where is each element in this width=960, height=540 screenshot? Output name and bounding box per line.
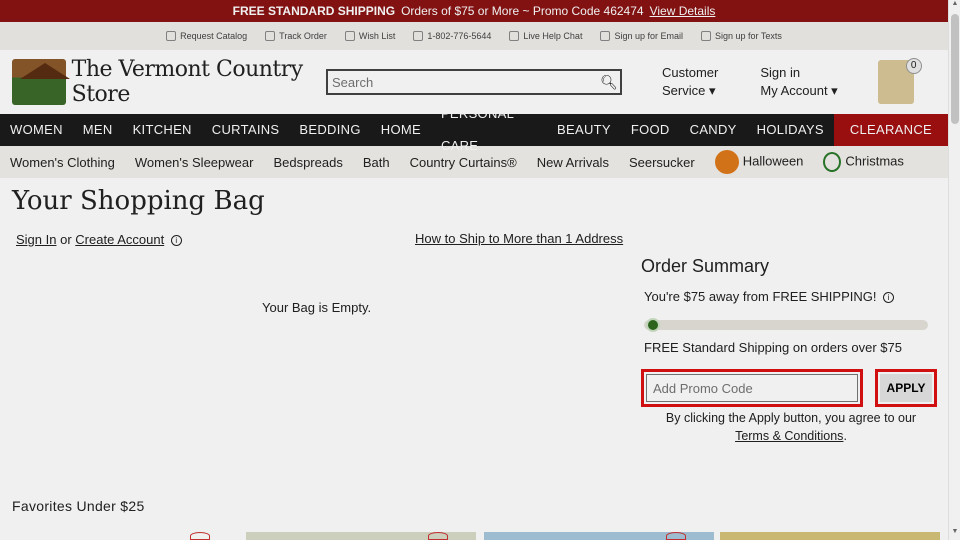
track-order-link[interactable]: Track Order	[265, 31, 327, 41]
request-catalog-link[interactable]: Request Catalog	[166, 31, 247, 41]
subnav-halloween[interactable]: Halloween	[714, 150, 803, 174]
scroll-down-icon[interactable]: ▼	[949, 528, 960, 540]
store-building-icon	[12, 59, 70, 105]
vertical-scrollbar[interactable]: ▲ ▼	[948, 0, 960, 540]
email-icon	[600, 31, 611, 41]
or-text: or	[60, 232, 72, 247]
candy-cane-icon	[823, 152, 842, 172]
heart-icon	[344, 31, 355, 41]
nav-women[interactable]: WOMEN	[0, 114, 73, 146]
heart-icon[interactable]	[190, 532, 210, 540]
page: FREE STANDARD SHIPPING Orders of $75 or …	[0, 0, 948, 540]
subnav-christmas[interactable]: Christmas	[823, 152, 904, 172]
scroll-up-icon[interactable]: ▲	[949, 0, 960, 12]
page-title: Your Shopping Bag	[12, 186, 265, 216]
heart-icon[interactable]	[428, 532, 448, 540]
main-nav: WOMEN MEN KITCHEN CURTAINS BEDDING HOME …	[0, 106, 948, 153]
sign-in-link[interactable]: Sign In	[16, 232, 56, 247]
subnav-womens-clothing[interactable]: Women's Clothing	[10, 155, 115, 170]
truck-icon	[265, 31, 276, 41]
promo-title: FREE STANDARD SHIPPING	[232, 4, 396, 18]
scrollbar-thumb[interactable]	[951, 14, 959, 124]
empty-bag-message: Your Bag is Empty.	[262, 300, 372, 315]
nav-curtains[interactable]: CURTAINS	[202, 114, 290, 146]
chat-icon	[509, 31, 520, 41]
nav-clearance[interactable]: CLEARANCE	[833, 114, 948, 146]
progress-indicator	[646, 318, 660, 332]
nav-kitchen[interactable]: KITCHEN	[123, 114, 202, 146]
order-summary: Order Summary You're $75 away from FREE …	[641, 256, 941, 445]
subnav-new-arrivals[interactable]: New Arrivals	[537, 155, 609, 170]
store-logo[interactable]: The Vermont Country Store	[12, 57, 312, 107]
shopping-bag-icon[interactable]: 0	[877, 58, 922, 104]
favorites-heading: Favorites Under $25	[12, 498, 145, 514]
subnav-country-curtains[interactable]: Country Curtains®	[410, 155, 517, 170]
catalog-icon	[166, 31, 177, 41]
order-summary-title: Order Summary	[641, 256, 770, 276]
account-links: Sign In or Create Account i	[16, 232, 182, 247]
view-details-link[interactable]: View Details	[650, 4, 716, 18]
promo-text: Orders of $75 or More ~ Promo Code 46247…	[401, 4, 644, 18]
free-shipping-away: You're $75 away from FREE SHIPPING! i	[644, 289, 941, 304]
live-chat-link[interactable]: Live Help Chat	[509, 31, 582, 41]
phone-link[interactable]: 1-802-776-5644	[413, 31, 491, 41]
terms-note: By clicking the Apply button, you agree …	[665, 411, 917, 443]
free-shipping-note: FREE Standard Shipping on orders over $7…	[644, 340, 902, 355]
info-icon[interactable]: i	[883, 292, 895, 304]
bag-count-badge: 0	[905, 58, 922, 74]
promo-code-row: APPLY	[641, 369, 941, 407]
subnav-bedspreads[interactable]: Bedspreads	[273, 155, 342, 170]
nav-bedding[interactable]: BEDDING	[289, 114, 370, 146]
phone-icon	[413, 31, 424, 41]
mobile-icon	[701, 31, 711, 41]
promo-code-input[interactable]	[646, 374, 858, 402]
search-input[interactable]	[328, 71, 598, 93]
promo-field-highlight	[641, 369, 863, 407]
nav-candy[interactable]: CANDY	[680, 114, 747, 146]
nav-personal-care[interactable]: PERSONAL CARE	[431, 98, 547, 162]
heart-icon[interactable]	[666, 532, 686, 540]
subnav-womens-sleepwear[interactable]: Women's Sleepwear	[135, 155, 254, 170]
nav-men[interactable]: MEN	[73, 114, 123, 146]
nav-home[interactable]: HOME	[371, 114, 431, 146]
pumpkin-icon	[714, 150, 739, 174]
apply-button[interactable]: APPLY	[880, 374, 932, 402]
create-account-link[interactable]: Create Account	[75, 232, 164, 247]
text-signup-link[interactable]: Sign up for Texts	[701, 31, 782, 41]
email-signup-link[interactable]: Sign up for Email	[600, 31, 683, 41]
nav-beauty[interactable]: BEAUTY	[547, 114, 621, 146]
wish-list-link[interactable]: Wish List	[344, 31, 395, 41]
logo-text: The Vermont Country Store	[71, 57, 304, 107]
search-box: 🔍︎	[326, 69, 622, 95]
product-image[interactable]	[720, 532, 940, 540]
favorites-carousel	[0, 530, 948, 540]
utility-bar: Request Catalog Track Order Wish List 1-…	[0, 22, 948, 50]
promo-banner: FREE STANDARD SHIPPING Orders of $75 or …	[0, 0, 948, 22]
terms-link[interactable]: Terms & Conditions	[735, 429, 843, 443]
subnav-bath[interactable]: Bath	[363, 155, 390, 170]
customer-service-menu[interactable]: Customer Service ▾	[662, 64, 718, 100]
apply-highlight: APPLY	[875, 369, 937, 407]
nav-holidays[interactable]: HOLIDAYS	[747, 114, 834, 146]
account-menu[interactable]: Sign in My Account ▾	[760, 64, 837, 100]
subnav-seersucker[interactable]: Seersucker	[629, 155, 695, 170]
nav-food[interactable]: FOOD	[621, 114, 680, 146]
search-icon[interactable]: 🔍︎	[598, 71, 620, 93]
info-icon[interactable]: i	[170, 235, 182, 247]
shipping-progress-bar	[644, 318, 928, 332]
ship-multiple-link[interactable]: How to Ship to More than 1 Address	[415, 231, 623, 246]
